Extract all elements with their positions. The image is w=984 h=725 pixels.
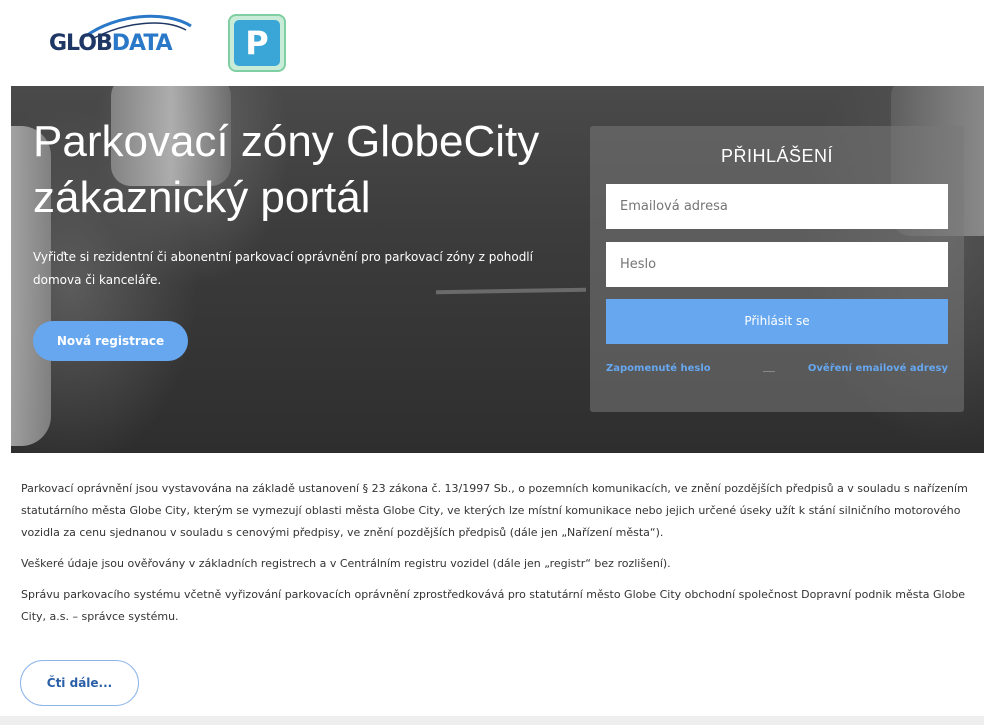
globdata-logo[interactable]: GLOBDATA: [46, 12, 196, 62]
site-header: GLOBDATA P: [0, 0, 984, 86]
new-registration-button[interactable]: Nová registrace: [33, 321, 188, 361]
parking-p-icon: P: [234, 20, 280, 66]
logo-wordmark: GLOBDATA: [49, 31, 173, 56]
info-paragraph-legal: Parkovací oprávnění jsou vystavována na …: [21, 482, 968, 539]
hero-subtitle: Vyřiďte si rezidentní či abonentní parko…: [33, 250, 533, 287]
info-paragraph-operator: Správu parkovacího systému včetně vyřizo…: [21, 588, 966, 623]
info-paragraph-registry: Veškeré údaje jsou ověřovány v základníc…: [21, 557, 671, 570]
info-content: Parkovací oprávnění jsou vystavována na …: [21, 478, 971, 637]
login-panel: PŘIHLÁŠENÍ Přihlásit se Zapomenuté heslo…: [590, 126, 964, 412]
password-field[interactable]: [606, 242, 948, 287]
read-more-button[interactable]: Čti dále...: [20, 660, 139, 706]
login-links: Zapomenuté heslo Ověření emailové adresy: [606, 363, 948, 379]
login-title: PŘIHLÁŠENÍ: [720, 146, 834, 166]
login-button[interactable]: Přihlásit se: [606, 299, 948, 344]
hero-title: Parkovací zóny GlobeCity zákaznický port…: [33, 117, 540, 222]
footer-bar: [0, 716, 984, 725]
hero-banner: Parkovací zóny GlobeCity zákaznický port…: [11, 86, 984, 453]
verify-email-link[interactable]: Ověření emailové adresy: [808, 363, 948, 374]
link-separator: [763, 371, 775, 372]
forgot-password-link[interactable]: Zapomenuté heslo: [606, 363, 711, 374]
email-field[interactable]: [606, 184, 948, 229]
parking-logo[interactable]: P: [228, 14, 286, 72]
